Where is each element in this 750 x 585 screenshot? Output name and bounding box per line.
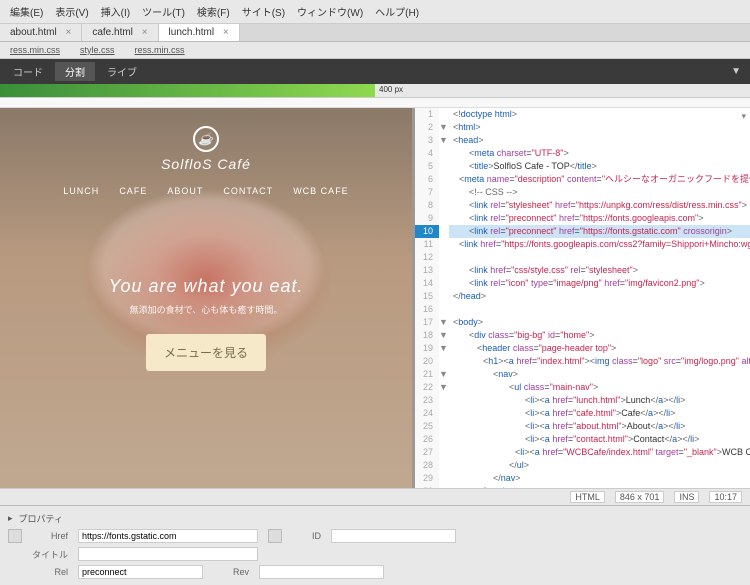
view-live-button[interactable]: ライブ	[97, 62, 147, 81]
code-line[interactable]: 24<li><a href="cafe.html">Cafe</a></li>	[415, 407, 750, 420]
code-line[interactable]: 13<link href="css/style.css" rel="styles…	[415, 264, 750, 277]
id-input[interactable]	[331, 529, 456, 543]
filter-icon[interactable]: ▼	[731, 66, 747, 77]
view-code-button[interactable]: コード	[3, 62, 53, 81]
code-line[interactable]: 3▼<head>	[415, 134, 750, 147]
cta-button[interactable]: メニューを見る	[146, 334, 266, 371]
href-label: Href	[32, 531, 68, 541]
code-line[interactable]: 28</ul>	[415, 459, 750, 472]
code-line[interactable]: 6<meta name="description" content="ヘルシーな…	[415, 173, 750, 186]
ruler-ticks	[0, 98, 750, 108]
document-tab[interactable]: lunch.html ×	[159, 24, 240, 41]
menu-item[interactable]: 表示(V)	[51, 3, 92, 20]
preview-nav: LUNCH CAFE ABOUT CONTACT WCB CAFE	[0, 176, 412, 206]
live-preview-pane[interactable]: SolfloS Café LUNCH CAFE ABOUT CONTACT WCB CA…	[0, 108, 415, 488]
filter-icon[interactable]: ▾	[741, 110, 746, 123]
view-split-button[interactable]: 分割	[55, 62, 95, 81]
title-input[interactable]	[78, 547, 258, 561]
menu-item[interactable]: 検索(F)	[193, 3, 234, 20]
menu-item[interactable]: ヘルプ(H)	[371, 3, 423, 20]
related-file-tab[interactable]: style.css	[74, 44, 121, 56]
code-line[interactable]: 2▼<html>	[415, 121, 750, 134]
rel-input[interactable]	[78, 565, 203, 579]
rev-label: Rev	[233, 567, 249, 577]
menubar: 編集(E)表示(V) 挿入(I)ツール(T)検索(F)サイト(S)ウィンドウ(W)…	[0, 0, 750, 24]
hero-subtitle: 無添加の食材で、心も体も癒す時間。	[0, 303, 412, 316]
view-toolbar: コード 分割 ライブ ▼	[0, 59, 750, 84]
nav-link[interactable]: WCB CAFE	[293, 186, 349, 196]
code-line[interactable]: 29</nav>	[415, 472, 750, 485]
close-icon[interactable]: ×	[223, 27, 229, 38]
code-line[interactable]: 30</header>	[415, 485, 750, 488]
status-bar: HTML 846 x 701 INS 10:17	[0, 488, 750, 505]
code-line[interactable]: 20<h1><a href="index.html"><img class="l…	[415, 355, 750, 368]
code-line[interactable]: 26<li><a href="contact.html">Contact</a>…	[415, 433, 750, 446]
code-line[interactable]: 10<link rel="preconnect" href="https://f…	[415, 225, 750, 238]
code-line[interactable]: 16	[415, 303, 750, 316]
status-dimensions: 846 x 701	[615, 491, 665, 503]
menu-item[interactable]: 挿入(I)	[97, 3, 134, 20]
code-line[interactable]: 15</head>	[415, 290, 750, 303]
code-line[interactable]: 7<!-- CSS -->	[415, 186, 750, 199]
nav-link[interactable]: CAFE	[119, 186, 147, 196]
title-label: タイトル	[32, 548, 68, 561]
document-tab[interactable]: cafe.html ×	[82, 24, 158, 41]
id-label: ID	[312, 531, 321, 541]
code-line[interactable]: 21▼<nav>	[415, 368, 750, 381]
status-language[interactable]: HTML	[570, 491, 605, 503]
hero-text: You are what you eat. 無添加の食材で、心も体も癒す時間。	[0, 276, 412, 316]
rev-input[interactable]	[259, 565, 384, 579]
code-line[interactable]: 12	[415, 251, 750, 264]
code-line[interactable]: 8<link rel="stylesheet" href="https://un…	[415, 199, 750, 212]
rel-label: Rel	[32, 567, 68, 577]
code-line[interactable]: 25<li><a href="about.html">About</a></li…	[415, 420, 750, 433]
related-file-tab[interactable]: ress.min.css	[4, 44, 66, 56]
code-line[interactable]: 23<li><a href="lunch.html">Lunch</a></li…	[415, 394, 750, 407]
browse-icon[interactable]	[268, 529, 282, 543]
link-icon	[8, 529, 22, 543]
href-input[interactable]	[78, 529, 258, 543]
chevron-down-icon[interactable]: ▸	[8, 513, 13, 524]
related-files-bar: ress.min.css style.css ress.min.css	[0, 42, 750, 59]
code-line[interactable]: 18▼<div class="big-bg" id="home">	[415, 329, 750, 342]
code-line[interactable]: 22▼<ul class="main-nav">	[415, 381, 750, 394]
document-tabs: about.html ×cafe.html ×lunch.html ×	[0, 24, 750, 42]
close-icon[interactable]: ×	[65, 27, 71, 38]
code-line[interactable]: 14<link rel="icon" type="image/png" href…	[415, 277, 750, 290]
status-cursor-pos: 10:17	[709, 491, 742, 503]
menu-item[interactable]: 編集(E)	[6, 3, 47, 20]
panel-title: プロパティ	[19, 512, 63, 525]
code-line[interactable]: 1<!doctype html>	[415, 108, 750, 121]
hero-title: You are what you eat.	[0, 276, 412, 297]
code-line[interactable]: 5<title>SolfloS Cafe - TOP</title>	[415, 160, 750, 173]
site-logo[interactable]: SolfloS Café	[0, 108, 412, 176]
logo-icon	[193, 126, 219, 152]
menu-item[interactable]: ツール(T)	[138, 3, 189, 20]
code-line[interactable]: 9<link rel="preconnect" href="https://fo…	[415, 212, 750, 225]
main-split: SolfloS Café LUNCH CAFE ABOUT CONTACT WCB CA…	[0, 108, 750, 488]
responsive-ruler[interactable]: 400 px	[0, 84, 750, 98]
properties-panel: ▸ プロパティ Href ID タイトル Rel Rev	[0, 505, 750, 585]
code-line[interactable]: 19▼<header class="page-header top">	[415, 342, 750, 355]
document-tab[interactable]: about.html ×	[0, 24, 82, 41]
nav-link[interactable]: LUNCH	[63, 186, 99, 196]
menu-item[interactable]: サイト(S)	[238, 3, 289, 20]
code-line[interactable]: 27<li><a href="WCBCafe/index.html" targe…	[415, 446, 750, 459]
nav-link[interactable]: CONTACT	[223, 186, 273, 196]
close-icon[interactable]: ×	[142, 27, 148, 38]
code-line[interactable]: 11<link href="https://fonts.googleapis.c…	[415, 238, 750, 251]
code-editor-pane[interactable]: ▾ 1<!doctype html>2▼<html>3▼<head>4<meta…	[415, 108, 750, 488]
status-insert-mode[interactable]: INS	[674, 491, 699, 503]
nav-link[interactable]: ABOUT	[167, 186, 203, 196]
ruler-width-label: 400 px	[375, 84, 407, 95]
logo-text: SolfloS Café	[161, 156, 251, 172]
code-line[interactable]: 4<meta charset="UTF-8">	[415, 147, 750, 160]
related-file-tab[interactable]: ress.min.css	[129, 44, 191, 56]
code-line[interactable]: 17▼<body>	[415, 316, 750, 329]
menu-item[interactable]: ウィンドウ(W)	[293, 3, 367, 20]
